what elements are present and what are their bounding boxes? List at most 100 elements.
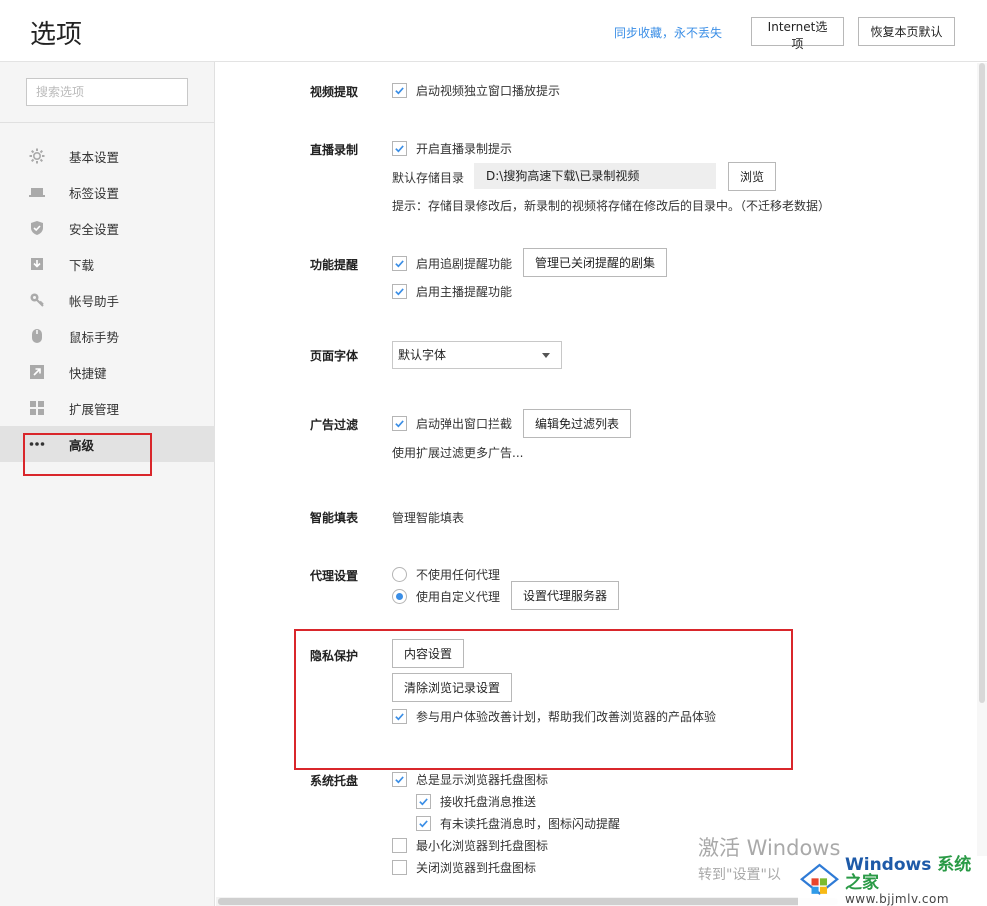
proxy-custom-option[interactable]: 使用自定义代理 <box>392 588 500 605</box>
checkbox-label: 接收托盘消息推送 <box>440 795 537 809</box>
checkbox-label: 启用追剧提醒功能 <box>416 257 513 271</box>
checkbox-label: 关闭浏览器到托盘图标 <box>416 861 537 875</box>
checkbox-label: 参与用户体验改善计划，帮助我们改善浏览器的产品体验 <box>416 710 717 724</box>
checkbox-checked[interactable] <box>392 284 407 299</box>
checkbox-checked[interactable] <box>392 256 407 271</box>
section-label-proxy: 代理设置 <box>310 569 359 583</box>
live-record-option[interactable]: 开启直播录制提示 <box>392 140 512 157</box>
section-label-tray: 系统托盘 <box>310 774 359 788</box>
more-adblock-link[interactable]: 使用扩展过滤更多广告... <box>392 444 523 461</box>
content-settings-button[interactable]: 内容设置 <box>392 639 465 668</box>
storage-dir-hint: 提示：存储目录修改后，新录制的视频将存储在修改后的目录中。（不迁移老数据） <box>392 199 831 213</box>
storage-dir-field[interactable]: D:\搜狗高速下载\已录制视频 <box>474 163 716 189</box>
close-to-tray-option[interactable]: 关闭浏览器到托盘图标 <box>392 859 536 876</box>
horizontal-scroll-thumb[interactable] <box>218 898 838 905</box>
sidebar-item-label: 下载 <box>69 257 95 273</box>
browse-button[interactable]: 浏览 <box>728 162 777 191</box>
sync-link[interactable]: 同步收藏，永不丢失 <box>614 24 722 41</box>
section-label-font: 页面字体 <box>310 349 359 363</box>
sidebar-item-tabs[interactable]: 标签设置 <box>0 174 215 210</box>
sidebar-nav: 基本设置 标签设置 安全设置 下载 帐号助手 鼠标手势 快捷键 扩展管理 高级 <box>0 138 215 462</box>
storage-dir-label: 默认存储目录 <box>392 171 465 185</box>
checkbox-checked[interactable] <box>392 141 407 156</box>
proxy-none-option[interactable]: 不使用任何代理 <box>392 566 500 583</box>
checkbox-checked[interactable] <box>392 416 407 431</box>
series-reminder-option[interactable]: 启用追剧提醒功能 <box>392 255 512 272</box>
sidebar-item-extensions[interactable]: 扩展管理 <box>0 390 215 426</box>
clear-history-button[interactable]: 清除浏览记录设置 <box>392 673 513 702</box>
chevron-down-icon <box>542 353 550 358</box>
minimize-to-tray-option[interactable]: 最小化浏览器到托盘图标 <box>392 837 548 854</box>
checkbox-label: 开启直播录制提示 <box>416 142 513 156</box>
checkbox-checked[interactable] <box>416 816 431 831</box>
sidebar-item-account[interactable]: 帐号助手 <box>0 282 215 318</box>
page-title: 选项 <box>30 20 83 50</box>
logo-url: www.bjjmlv.com <box>844 892 950 906</box>
sidebar-item-label: 安全设置 <box>69 221 120 237</box>
checkbox-unchecked[interactable] <box>392 838 407 853</box>
sidebar-item-label: 基本设置 <box>69 149 120 165</box>
vertical-scroll-thumb[interactable] <box>979 63 985 703</box>
search-area <box>0 62 214 123</box>
radio-label: 不使用任何代理 <box>416 568 501 582</box>
sidebar-item-gestures[interactable]: 鼠标手势 <box>0 318 215 354</box>
section-label-autofill: 智能填表 <box>310 511 359 525</box>
sidebar-item-shortcuts[interactable]: 快捷键 <box>0 354 215 390</box>
download-icon <box>29 256 45 272</box>
radio-checked[interactable] <box>392 589 407 604</box>
sidebar-item-label: 帐号助手 <box>69 293 120 309</box>
sidebar-item-security[interactable]: 安全设置 <box>0 210 215 246</box>
popup-block-option[interactable]: 启动弹出窗口拦截 <box>392 415 512 432</box>
vertical-scrollbar[interactable] <box>977 63 987 906</box>
search-input[interactable] <box>26 78 188 106</box>
tray-icon-option[interactable]: 总是显示浏览器托盘图标 <box>392 771 548 788</box>
edit-whitelist-button[interactable]: 编辑免过滤列表 <box>523 409 632 438</box>
ux-program-option[interactable]: 参与用户体验改善计划，帮助我们改善浏览器的产品体验 <box>392 708 716 725</box>
sidebar-item-label: 高级 <box>69 437 95 453</box>
checkbox-label: 有未读托盘消息时，图标闪动提醒 <box>440 817 621 831</box>
checkbox-label: 启动视频独立窗口播放提示 <box>416 84 561 98</box>
sidebar-item-label: 扩展管理 <box>69 401 120 417</box>
radio-label: 使用自定义代理 <box>416 590 501 604</box>
checkbox-checked[interactable] <box>392 772 407 787</box>
sidebar-item-label: 鼠标手势 <box>69 329 120 345</box>
tab-icon <box>29 184 45 200</box>
tray-push-option[interactable]: 接收托盘消息推送 <box>416 793 536 810</box>
checkbox-checked[interactable] <box>416 794 431 809</box>
checkbox-label: 启用主播提醒功能 <box>416 285 513 299</box>
section-label-video: 视频提取 <box>310 85 359 99</box>
checkbox-unchecked[interactable] <box>392 860 407 875</box>
section-label-adblock: 广告过滤 <box>310 418 359 432</box>
shortcut-icon <box>29 364 45 380</box>
sidebar-item-advanced[interactable]: 高级 <box>0 426 215 462</box>
extensions-icon <box>29 400 45 416</box>
checkbox-label: 最小化浏览器到托盘图标 <box>416 839 549 853</box>
section-label-feature: 功能提醒 <box>310 258 359 272</box>
sidebar-item-basic[interactable]: 基本设置 <box>0 138 215 174</box>
manage-autofill-link[interactable]: 管理智能填表 <box>392 509 464 526</box>
restore-defaults-button[interactable]: 恢复本页默认 <box>858 17 955 46</box>
sidebar-item-label: 快捷键 <box>69 365 107 381</box>
font-select-value: 默认字体 <box>398 348 447 362</box>
checkbox-checked[interactable] <box>392 83 407 98</box>
font-select[interactable]: 默认字体 <box>392 341 562 369</box>
video-popup-option[interactable]: 启动视频独立窗口播放提示 <box>392 82 560 99</box>
shield-icon <box>29 220 45 236</box>
sidebar-item-label: 标签设置 <box>69 185 120 201</box>
proxy-server-button[interactable]: 设置代理服务器 <box>511 581 620 610</box>
manage-reminders-button[interactable]: 管理已关闭提醒的剧集 <box>523 248 668 277</box>
options-header: 选项 同步收藏，永不丢失 Internet选项 恢复本页默认 <box>0 0 987 62</box>
site-logo: Windows 系统之家 www.bjjmlv.com <box>798 855 987 906</box>
more-icon <box>29 436 45 452</box>
streamer-reminder-option[interactable]: 启用主播提醒功能 <box>392 283 512 300</box>
checkbox-checked[interactable] <box>392 709 407 724</box>
sidebar-item-download[interactable]: 下载 <box>0 246 215 282</box>
radio-unchecked[interactable] <box>392 567 407 582</box>
internet-options-button[interactable]: Internet选项 <box>751 17 844 51</box>
section-label-privacy: 隐私保护 <box>310 649 359 663</box>
checkbox-label: 总是显示浏览器托盘图标 <box>416 773 549 787</box>
settings-content: 视频提取 启动视频独立窗口播放提示 直播录制 开启直播录制提示 默认存储目录 D… <box>216 63 976 898</box>
tray-flash-option[interactable]: 有未读托盘消息时，图标闪动提醒 <box>416 815 620 832</box>
windows-logo-icon <box>800 863 839 895</box>
sidebar: 基本设置 标签设置 安全设置 下载 帐号助手 <box>0 62 215 906</box>
